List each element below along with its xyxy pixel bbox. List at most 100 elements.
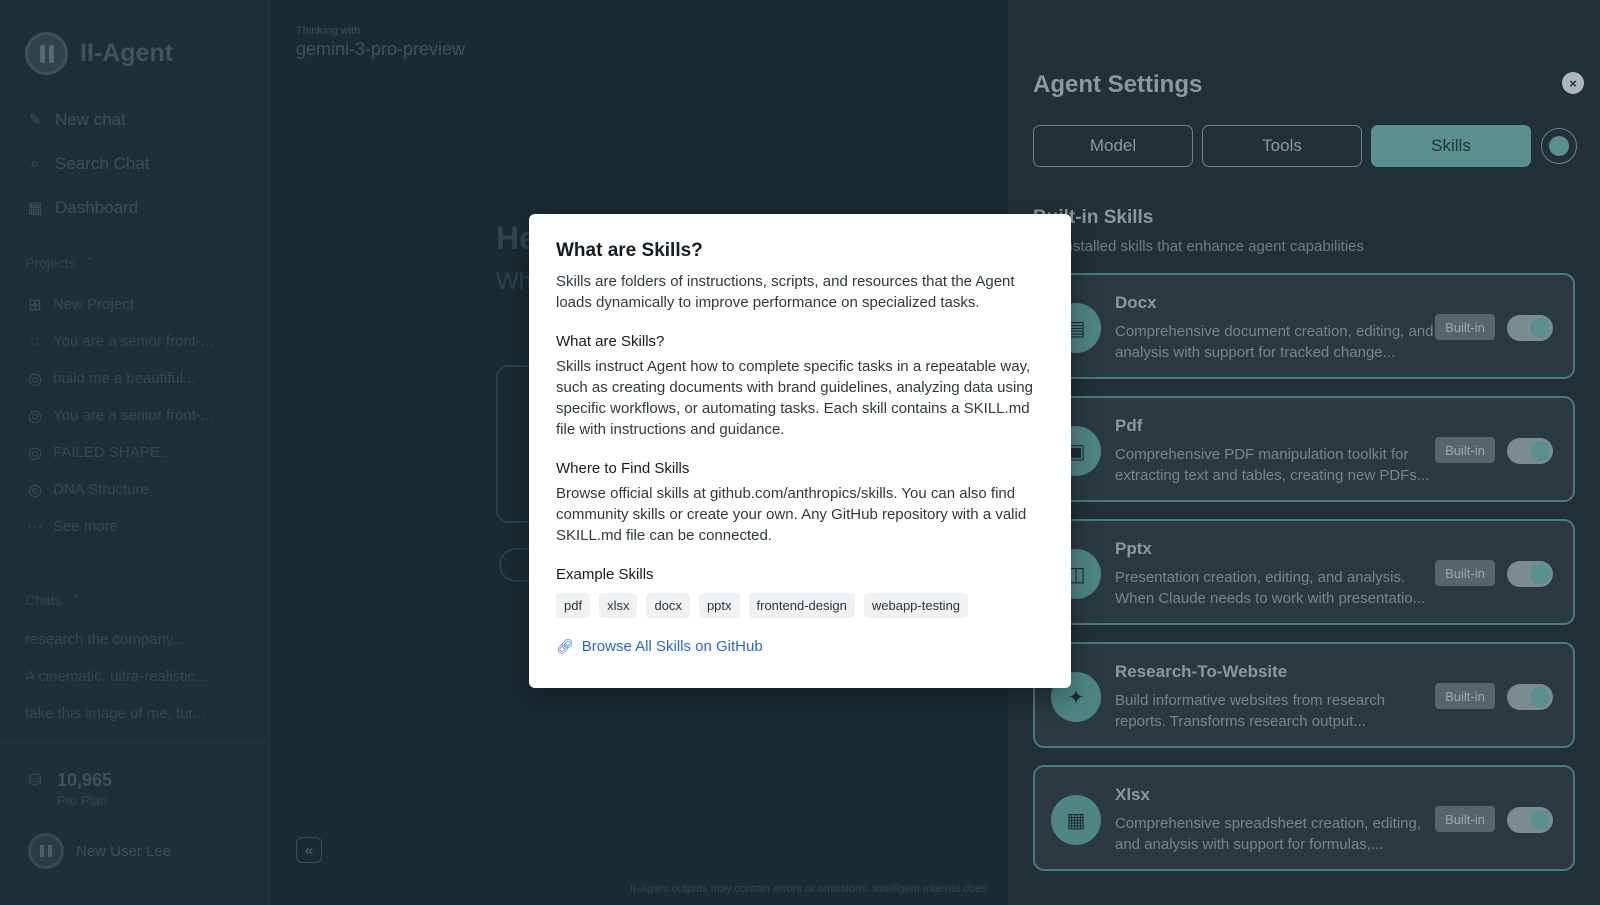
sidebar-item-label: Dashboard: [55, 198, 139, 217]
credits: ⛁ 10,965 Pro Plan: [25, 770, 112, 808]
plan-label: Pro Plan: [57, 793, 107, 808]
list-item[interactable]: ◎ You are a senior front-...: [25, 397, 255, 434]
skill-toggle[interactable]: [1507, 315, 1553, 341]
projects-section-toggle[interactable]: Projects ⌃: [25, 254, 95, 271]
example-tag: webapp-testing: [863, 593, 969, 618]
toggle-knob: [1530, 564, 1550, 584]
chats-label: Chats: [25, 591, 62, 608]
link-label: Browse All Skills on GitHub: [581, 638, 763, 655]
example-tag: docx: [646, 593, 690, 618]
skill-card-xlsx[interactable]: ▦ Xlsx Comprehensive spreadsheet creatio…: [1033, 765, 1575, 871]
logo-icon: [25, 32, 68, 75]
list-item-label: New Project: [53, 296, 134, 313]
toggle-knob: [1530, 687, 1550, 707]
example-tag: pdf: [556, 593, 591, 618]
status-badge: Built-in: [1435, 560, 1495, 586]
close-panel-button[interactable]: ×: [1562, 72, 1584, 94]
tab-tools[interactable]: Tools: [1202, 125, 1362, 167]
projects-label: Projects: [25, 254, 76, 271]
thinking-label: Thinking with: [296, 25, 361, 37]
skill-toggle[interactable]: [1507, 807, 1553, 833]
modal-section-body: Skills instruct Agent how to complete sp…: [556, 358, 1033, 438]
chats-section-toggle[interactable]: Chats ⌃: [25, 591, 81, 608]
skill-description: Comprehensive PDF manipulation toolkit f…: [1115, 446, 1430, 484]
list-item-label: build me a beautiful...: [53, 370, 196, 387]
section-description: Pre-installed skills that enhance agent …: [1033, 238, 1365, 255]
skill-toggle[interactable]: [1507, 438, 1553, 464]
toggle-knob: [1530, 318, 1550, 338]
skill-card-pdf[interactable]: ▣ Pdf Comprehensive PDF manipulation too…: [1033, 396, 1575, 502]
modal-title: What are Skills?: [556, 240, 703, 261]
model-selector[interactable]: gemini-3-pro-preview: [296, 39, 465, 60]
list-item[interactable]: ◎ DNA Structure: [25, 471, 255, 508]
coins-icon: ⛁: [28, 772, 42, 789]
chevrons-left-icon: «: [304, 841, 314, 859]
globe-icon: ◎: [28, 481, 42, 499]
skill-name: Pptx: [1115, 539, 1152, 558]
example-tag: frontend-design: [748, 593, 855, 618]
sidebar-item-new-chat[interactable]: ✎ New chat: [25, 98, 255, 142]
sidebar-item-search-chat[interactable]: ⌕ Search Chat: [25, 142, 255, 186]
example-tag: xlsx: [599, 593, 638, 618]
avatar: [28, 833, 64, 869]
sidebar-item-label: New chat: [55, 110, 126, 129]
list-item[interactable]: A cinematic, ultra-realistic...: [25, 658, 255, 695]
brand[interactable]: II-Agent: [25, 32, 173, 75]
list-item[interactable]: ◌ You are a senior front-...: [25, 323, 255, 360]
browse-github-link[interactable]: 🔗︎ Browse All Skills on GitHub: [556, 638, 1044, 655]
skill-card-pptx[interactable]: ◫ Pptx Presentation creation, editing, a…: [1033, 519, 1575, 625]
user-profile[interactable]: New User Lee: [28, 833, 171, 869]
user-name: New User Lee: [76, 842, 172, 860]
list-item-label: DNA Structure: [53, 481, 149, 498]
see-more-button[interactable]: ··· See more: [25, 508, 255, 545]
edit-icon: ✎: [28, 112, 42, 129]
divider: [0, 742, 270, 743]
panel-title: Agent Settings: [1033, 71, 1203, 98]
info-icon: [1549, 136, 1569, 156]
list-item[interactable]: research the company...: [25, 621, 255, 658]
settings-tabs: Model Tools Skills: [1033, 125, 1577, 167]
example-tags: pdf xlsx docx pptx frontend-design webap…: [556, 593, 1044, 618]
list-item[interactable]: take this image of me, tur...: [25, 695, 255, 732]
agent-settings-panel: Agent Settings × Model Tools Skills Buil…: [1008, 0, 1600, 905]
list-item-label: You are a senior front-...: [53, 407, 214, 424]
globe-icon: ◎: [28, 370, 42, 388]
sidebar-item-dashboard[interactable]: ▦ Dashboard: [25, 186, 255, 230]
info-button[interactable]: [1541, 128, 1577, 164]
greeting-subtitle: Wh: [496, 268, 532, 295]
skill-name: Docx: [1115, 293, 1157, 312]
list-item[interactable]: ◎ FAILED SHAPE...: [25, 434, 255, 471]
list-item[interactable]: ◎ build me a beautiful...: [25, 360, 255, 397]
sidebar-nav: ✎ New chat ⌕ Search Chat ▦ Dashboard: [25, 98, 255, 230]
skill-description: Comprehensive spreadsheet creation, edit…: [1115, 815, 1422, 853]
toggle-knob: [1530, 810, 1550, 830]
skill-name: Research-To-Website: [1115, 662, 1288, 681]
globe-icon: ◎: [28, 407, 42, 425]
collapse-sidebar-button[interactable]: «: [296, 837, 322, 863]
modal-section-heading: Where to Find Skills: [556, 460, 690, 477]
status-badge: Built-in: [1435, 314, 1495, 340]
spreadsheet-icon: ▦: [1051, 795, 1101, 845]
folder-plus-icon: ⊞: [28, 296, 42, 314]
modal-intro: Skills are folders of instructions, scri…: [556, 273, 1015, 311]
chat-icon: ◌: [30, 332, 40, 350]
example-tag: pptx: [698, 593, 740, 618]
sidebar-item-label: Search Chat: [55, 154, 150, 173]
skill-toggle[interactable]: [1507, 561, 1553, 587]
skill-card-docx[interactable]: ▤ Docx Comprehensive document creation, …: [1033, 273, 1575, 379]
status-badge: Built-in: [1435, 437, 1495, 463]
project-list: ⊞ New Project ◌ You are a senior front-...…: [25, 286, 255, 545]
chat-list: research the company... A cinematic, ult…: [25, 621, 255, 732]
skill-toggle[interactable]: [1507, 684, 1553, 710]
status-badge: Built-in: [1435, 683, 1495, 709]
list-item-label: See more: [53, 518, 119, 535]
tab-skills[interactable]: Skills: [1371, 125, 1531, 167]
skill-card-research-to-website[interactable]: ✦ Research-To-Website Build informative …: [1033, 642, 1575, 748]
brand-name: II-Agent: [80, 39, 174, 67]
link-icon: 🔗︎: [556, 638, 574, 654]
close-icon: ×: [1569, 75, 1577, 91]
tab-model[interactable]: Model: [1033, 125, 1193, 167]
new-project-button[interactable]: ⊞ New Project: [25, 286, 255, 323]
skill-name: Pdf: [1115, 416, 1143, 435]
examples-heading: Example Skills: [556, 566, 654, 583]
